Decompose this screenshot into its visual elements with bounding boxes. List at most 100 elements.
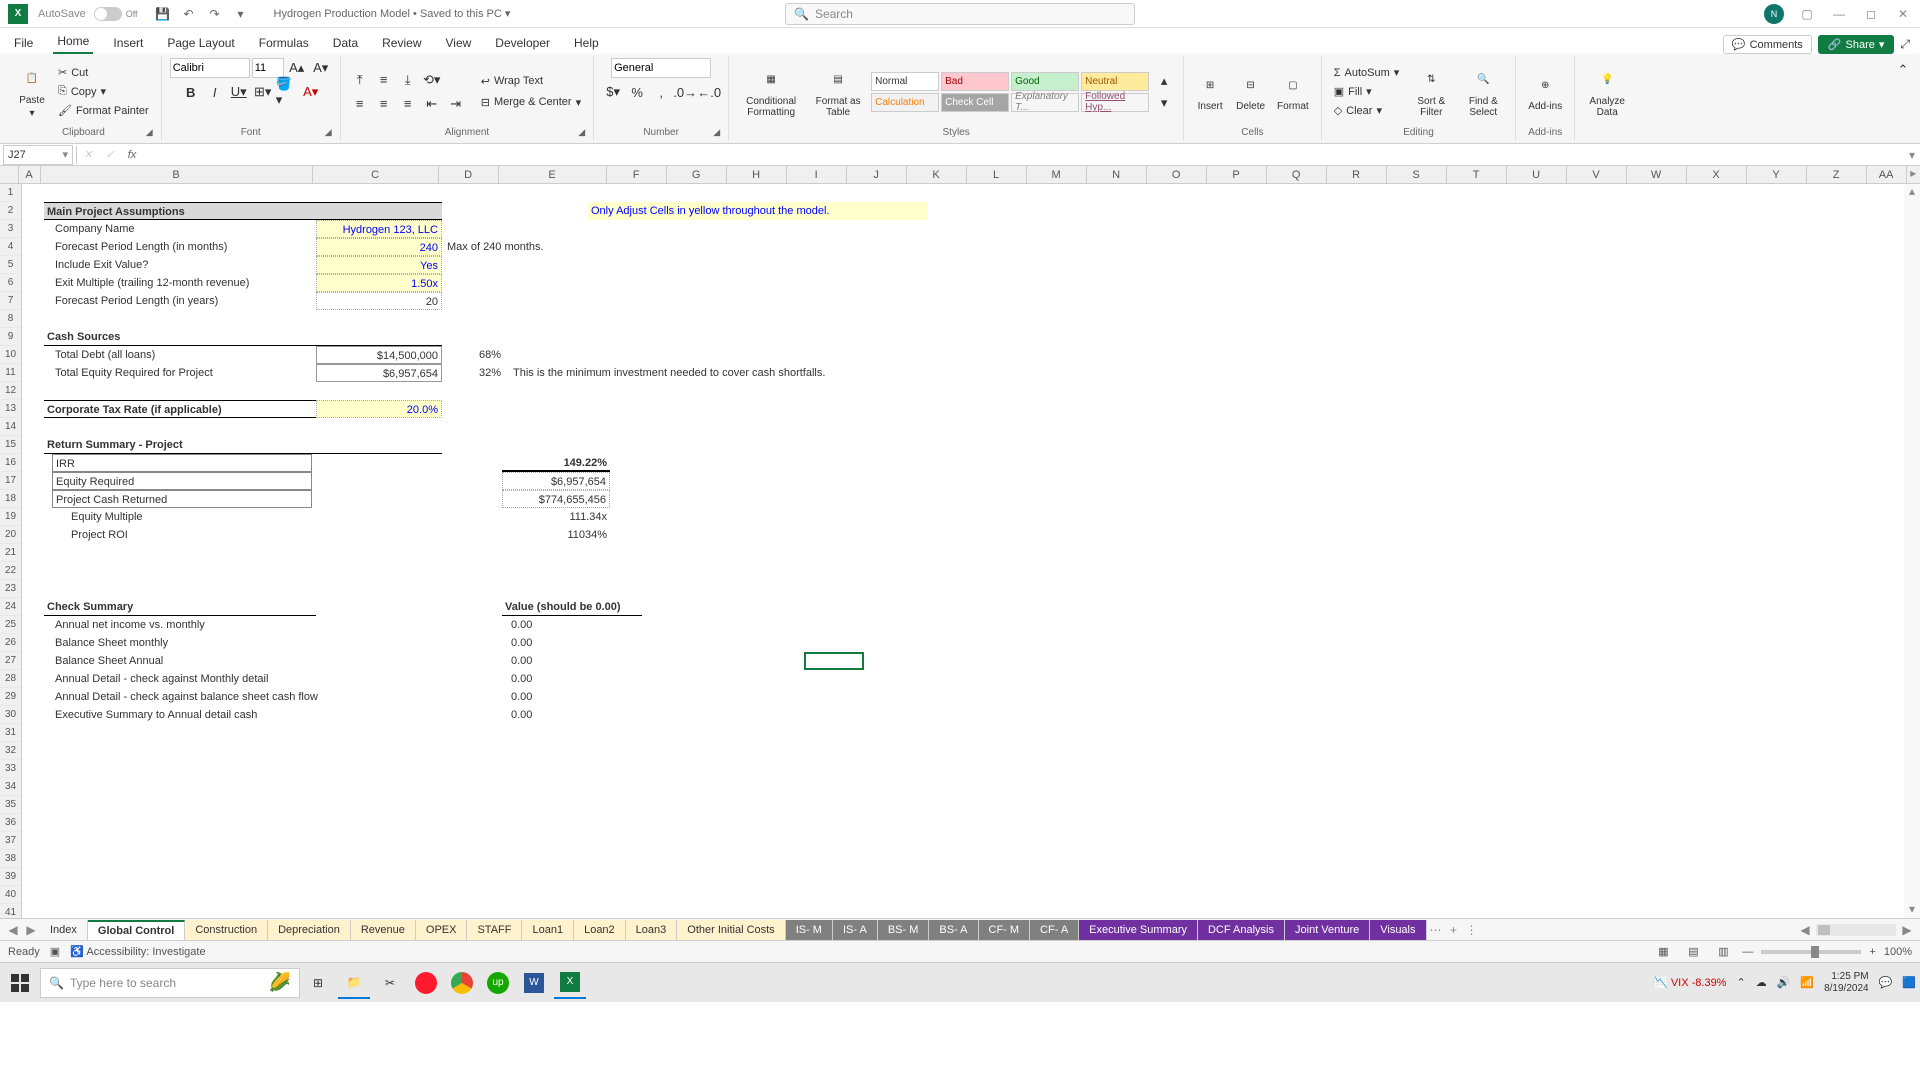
sheet-tab-cf--a[interactable]: CF- A — [1030, 920, 1079, 940]
decrease-font-icon[interactable]: A▾ — [310, 58, 332, 78]
autosum-button[interactable]: Σ AutoSum ▾ — [1330, 64, 1404, 81]
qat-dropdown-icon[interactable]: ▾ — [232, 5, 250, 23]
wifi-icon[interactable]: 📶 — [1800, 976, 1814, 989]
row-header-35[interactable]: 35 — [0, 796, 21, 814]
row-header-25[interactable]: 25 — [0, 616, 21, 634]
sheet-tab-revenue[interactable]: Revenue — [351, 920, 416, 940]
user-avatar[interactable]: N — [1764, 4, 1784, 24]
select-all-corner[interactable] — [0, 166, 19, 183]
chrome-icon[interactable] — [446, 967, 478, 999]
sheet-tab-is--a[interactable]: IS- A — [833, 920, 878, 940]
task-view-icon[interactable]: ⊞ — [302, 967, 334, 999]
row-header-21[interactable]: 21 — [0, 544, 21, 562]
col-header-L[interactable]: L — [967, 166, 1027, 183]
row-header-15[interactable]: 15 — [0, 436, 21, 454]
expand-formula-bar-icon[interactable]: ▾ — [1904, 148, 1920, 162]
volume-icon[interactable]: 🔊 — [1777, 976, 1791, 989]
col-header-K[interactable]: K — [907, 166, 967, 183]
sheet-tab-visuals[interactable]: Visuals — [1370, 920, 1426, 940]
increase-decimal-icon[interactable]: .0→ — [674, 82, 696, 102]
align-bottom-icon[interactable]: ⤓ — [397, 70, 419, 90]
sheet-tab-loan2[interactable]: Loan2 — [574, 920, 626, 940]
row-header-33[interactable]: 33 — [0, 760, 21, 778]
row-header-22[interactable]: 22 — [0, 562, 21, 580]
col-header-Z[interactable]: Z — [1807, 166, 1867, 183]
save-icon[interactable]: 💾 — [154, 5, 172, 23]
hscroll-right-icon[interactable]: ▶ — [1898, 921, 1916, 939]
tab-file[interactable]: File — [10, 32, 37, 54]
clear-button[interactable]: ◇ Clear ▾ — [1330, 102, 1404, 119]
sheet-tab-bs--m[interactable]: BS- M — [878, 920, 930, 940]
sheet-tab-staff[interactable]: STAFF — [467, 920, 522, 940]
tab-formulas[interactable]: Formulas — [255, 32, 313, 54]
vertical-scrollbar[interactable]: ▴ ▾ — [1904, 184, 1920, 918]
redo-icon[interactable]: ↷ — [206, 5, 224, 23]
row-header-8[interactable]: 8 — [0, 310, 21, 328]
zoom-out-icon[interactable]: — — [1742, 946, 1753, 958]
comma-icon[interactable]: , — [650, 82, 672, 102]
document-title[interactable]: Hydrogen Production Model • Saved to thi… — [274, 7, 511, 20]
cancel-formula-icon[interactable]: ✕ — [79, 146, 97, 164]
col-header-O[interactable]: O — [1147, 166, 1207, 183]
close-icon[interactable]: ✕ — [1894, 5, 1912, 23]
autosave-toggle[interactable] — [94, 7, 122, 21]
formula-input[interactable] — [143, 145, 1904, 165]
style-bad[interactable]: Bad — [941, 72, 1009, 91]
wrap-text-button[interactable]: ↩ Wrap Text — [477, 73, 585, 90]
sheet-tab-loan1[interactable]: Loan1 — [522, 920, 574, 940]
font-launcher-icon[interactable]: ◢ — [325, 127, 332, 138]
onedrive-icon[interactable]: ☁ — [1756, 976, 1767, 989]
alignment-launcher-icon[interactable]: ◢ — [578, 127, 585, 138]
format-cells-button[interactable]: ▢Format — [1273, 69, 1313, 114]
sheet-tab-dcf-analysis[interactable]: DCF Analysis — [1198, 920, 1285, 940]
search-box[interactable]: 🔍 Search — [785, 3, 1135, 25]
italic-button[interactable]: I — [204, 82, 226, 102]
fx-icon[interactable]: fx — [123, 146, 141, 164]
row-header-1[interactable]: 1 — [0, 184, 21, 202]
minimize-icon[interactable]: — — [1830, 5, 1848, 23]
row-header-39[interactable]: 39 — [0, 868, 21, 886]
new-sheet-icon[interactable]: + — [1445, 921, 1463, 939]
row-header-26[interactable]: 26 — [0, 634, 21, 652]
system-clock[interactable]: 1:25 PM 8/19/2024 — [1824, 971, 1869, 995]
copy-button[interactable]: ⎘ Copy ▾ — [54, 83, 153, 100]
ribbon-mode-icon[interactable]: ▢ — [1798, 5, 1816, 23]
row-header-41[interactable]: 41 — [0, 904, 21, 918]
stock-icon[interactable]: 📉 VIX -8.39% — [1654, 976, 1726, 989]
style-check-cell[interactable]: Check Cell — [941, 93, 1009, 112]
row-header-18[interactable]: 18 — [0, 490, 21, 508]
sheet-tabs-more-icon[interactable]: ⋯ — [1427, 921, 1445, 939]
tab-data[interactable]: Data — [329, 32, 362, 54]
company-name-value[interactable]: Hydrogen 123, LLC — [316, 220, 442, 238]
row-header-13[interactable]: 13 — [0, 400, 21, 418]
addins-button[interactable]: ⊕Add-ins — [1524, 69, 1566, 114]
underline-button[interactable]: U▾ — [228, 82, 250, 102]
col-header-M[interactable]: M — [1027, 166, 1087, 183]
row-header-34[interactable]: 34 — [0, 778, 21, 796]
col-header-T[interactable]: T — [1447, 166, 1507, 183]
view-page-break-icon[interactable]: ▥ — [1712, 943, 1734, 961]
style-normal[interactable]: Normal — [871, 72, 939, 91]
sheet-nav-next-icon[interactable]: ▶ — [22, 921, 40, 939]
style-calculation[interactable]: Calculation — [871, 93, 939, 112]
row-header-27[interactable]: 27 — [0, 652, 21, 670]
sheet-tab-opex[interactable]: OPEX — [416, 920, 468, 940]
word-icon[interactable]: W — [518, 967, 550, 999]
row-header-28[interactable]: 28 — [0, 670, 21, 688]
row-header-38[interactable]: 38 — [0, 850, 21, 868]
col-header-N[interactable]: N — [1087, 166, 1147, 183]
fill-button[interactable]: ▣ Fill ▾ — [1330, 83, 1404, 100]
tax-rate-value[interactable]: 20.0% — [316, 400, 442, 418]
styles-scroll-down-icon[interactable]: ▾ — [1153, 93, 1175, 113]
row-header-5[interactable]: 5 — [0, 256, 21, 274]
row-header-9[interactable]: 9 — [0, 328, 21, 346]
find-select-button[interactable]: 🔍Find & Select — [1459, 64, 1507, 120]
undo-icon[interactable]: ↶ — [180, 5, 198, 23]
percent-icon[interactable]: % — [626, 82, 648, 102]
row-header-16[interactable]: 16 — [0, 454, 21, 472]
collapse-ribbon-button[interactable]: ⌃ — [1892, 60, 1914, 80]
increase-font-icon[interactable]: A▴ — [286, 58, 308, 78]
comments-button[interactable]: 💬 Comments — [1723, 35, 1812, 54]
row-header-24[interactable]: 24 — [0, 598, 21, 616]
row-header-14[interactable]: 14 — [0, 418, 21, 436]
